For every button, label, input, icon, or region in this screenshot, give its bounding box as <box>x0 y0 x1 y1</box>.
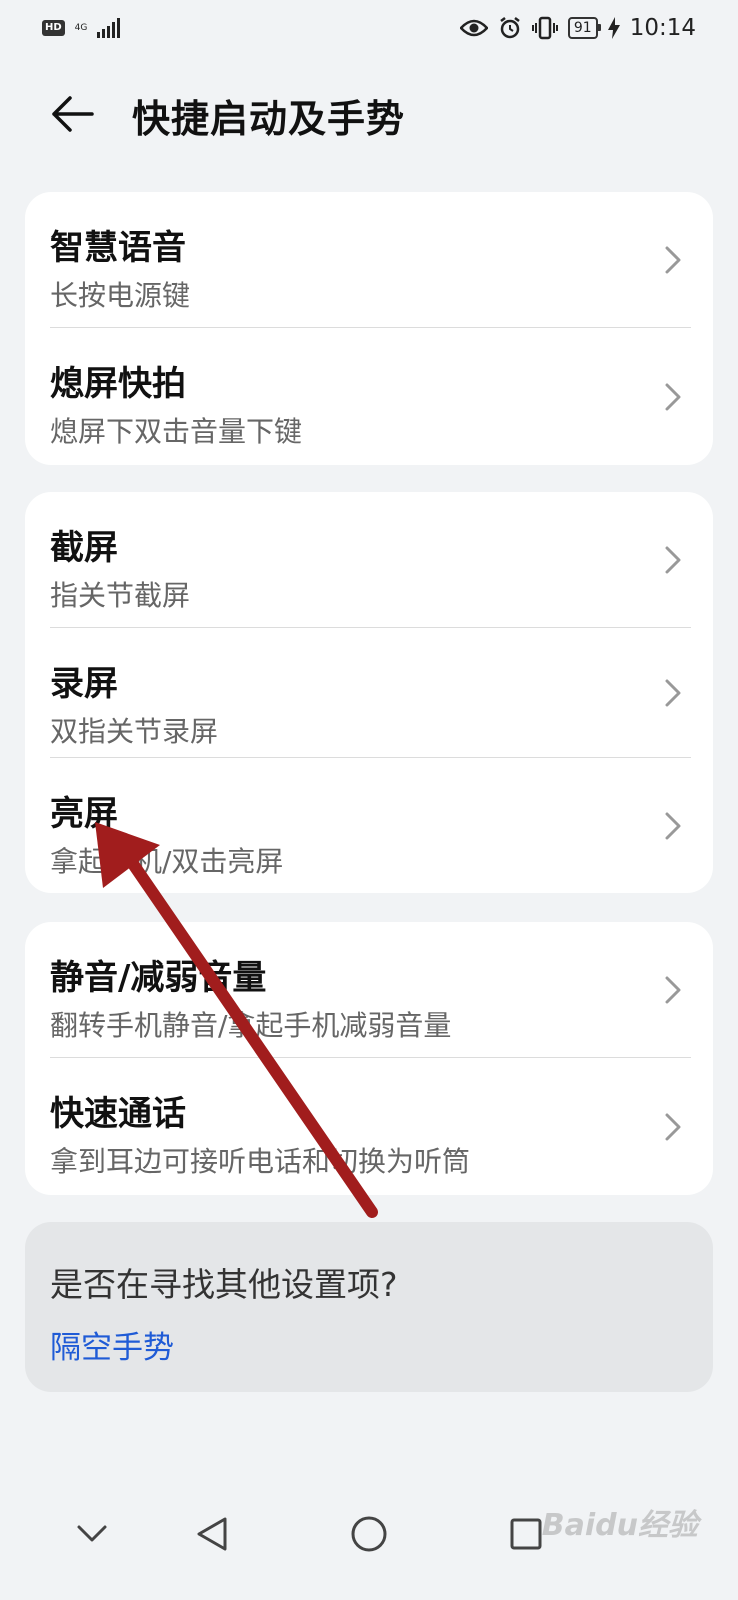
settings-card-screen: 截屏 指关节截屏 录屏 双指关节录屏 亮屏 拿起手机/双击亮屏 <box>25 492 713 893</box>
signal-icon <box>97 18 121 38</box>
chevron-right-icon <box>657 974 689 1006</box>
item-subtitle: 熄屏下双击音量下键 <box>50 415 303 448</box>
triangle-back-icon <box>197 1517 227 1551</box>
status-left: HD 4G <box>42 18 123 38</box>
alarm-icon <box>500 17 520 39</box>
back-arrow-icon <box>52 96 94 132</box>
item-subtitle: 拿起手机/双击亮屏 <box>50 845 284 878</box>
suggestion-card: 是否在寻找其他设置项? 隔空手势 <box>25 1222 713 1392</box>
chevron-down-icon <box>77 1525 107 1542</box>
status-right: 91 10:14 <box>459 15 696 41</box>
chevron-right-icon <box>657 677 689 709</box>
list-item-screenshot[interactable]: 截屏 指关节截屏 <box>25 492 713 628</box>
item-title: 亮屏 <box>50 794 118 834</box>
square-recents-icon <box>510 1518 542 1550</box>
air-gesture-link[interactable]: 隔空手势 <box>50 1322 174 1367</box>
clock: 10:14 <box>629 15 696 41</box>
nav-back-button[interactable] <box>188 1510 236 1558</box>
status-bar: HD 4G 91 10:14 <box>0 0 738 56</box>
header: 快捷启动及手势 <box>0 70 738 160</box>
item-subtitle: 翻转手机静音/拿起手机减弱音量 <box>50 1009 452 1042</box>
list-item-screen-record[interactable]: 录屏 双指关节录屏 <box>25 628 713 758</box>
item-subtitle: 双指关节录屏 <box>50 715 219 748</box>
item-title: 静音/减弱音量 <box>50 958 267 998</box>
item-title: 快速通话 <box>50 1094 186 1134</box>
eye-comfort-icon <box>459 19 488 37</box>
chevron-right-icon <box>657 810 689 842</box>
battery-icon: 91 <box>567 17 601 39</box>
item-title: 录屏 <box>50 664 118 704</box>
suggestion-title: 是否在寻找其他设置项? <box>50 1265 398 1304</box>
item-subtitle: 长按电源键 <box>50 279 191 312</box>
list-item-mute-volume[interactable]: 静音/减弱音量 翻转手机静音/拿起手机减弱音量 <box>25 922 713 1058</box>
vibrate-icon <box>531 16 558 40</box>
list-item-screen-off-snap[interactable]: 熄屏快拍 熄屏下双击音量下键 <box>25 328 713 465</box>
chevron-right-icon <box>657 1111 689 1143</box>
settings-card-calls: 静音/减弱音量 翻转手机静音/拿起手机减弱音量 快速通话 拿到耳边可接听电话和切… <box>25 922 713 1195</box>
charging-icon <box>607 17 620 39</box>
chevron-right-icon <box>657 381 689 413</box>
item-title: 智慧语音 <box>50 228 186 268</box>
baidu-watermark: Baidu经验 <box>541 1508 698 1543</box>
list-item-wake-screen[interactable]: 亮屏 拿起手机/双击亮屏 <box>25 758 713 893</box>
chevron-right-icon <box>657 544 689 576</box>
item-subtitle: 拿到耳边可接听电话和切换为听筒 <box>50 1145 471 1178</box>
list-item-quick-call[interactable]: 快速通话 拿到耳边可接听电话和切换为听筒 <box>25 1058 713 1195</box>
hd-icon: HD <box>42 20 65 36</box>
page-title: 快捷启动及手势 <box>132 97 406 141</box>
item-subtitle: 指关节截屏 <box>50 579 191 612</box>
nav-home-button[interactable] <box>345 1510 393 1558</box>
chevron-right-icon <box>657 244 689 276</box>
list-item-smart-voice[interactable]: 智慧语音 长按电源键 <box>25 192 713 328</box>
nav-collapse-button[interactable] <box>68 1510 116 1558</box>
back-button[interactable] <box>48 90 96 138</box>
item-title: 熄屏快拍 <box>50 364 186 404</box>
settings-card-voice: 智慧语音 长按电源键 熄屏快拍 熄屏下双击音量下键 <box>25 192 713 465</box>
item-title: 截屏 <box>50 528 118 568</box>
circle-home-icon <box>351 1516 387 1552</box>
network-type: 4G <box>74 22 88 33</box>
